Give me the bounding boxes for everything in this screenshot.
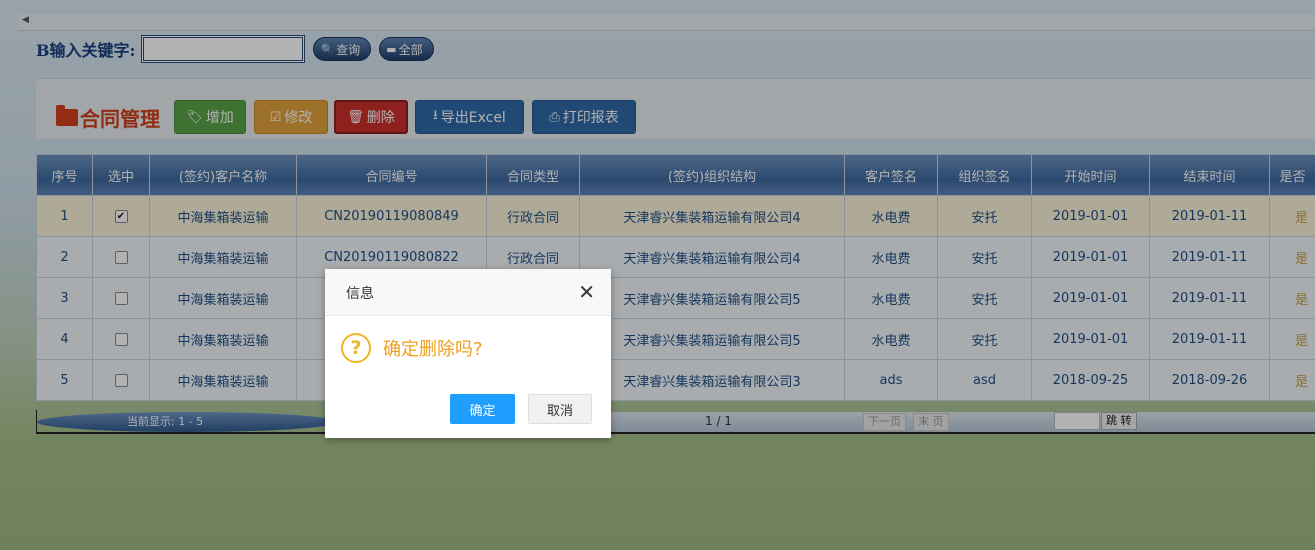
close-icon[interactable]: ✕ — [578, 280, 595, 304]
dialog-title: 信息 — [346, 286, 374, 302]
dialog-message: 确定删除吗? — [383, 339, 483, 360]
modal-overlay[interactable] — [0, 0, 1315, 550]
confirm-button[interactable]: 确定 — [450, 394, 515, 424]
question-icon: ? — [341, 333, 371, 363]
dialog-body: ? 确定删除吗? — [341, 333, 483, 363]
confirm-dialog: 信息 ✕ ? 确定删除吗? 确定 取消 — [325, 269, 611, 438]
cancel-button[interactable]: 取消 — [528, 394, 592, 424]
dialog-header: 信息 ✕ — [325, 269, 611, 316]
